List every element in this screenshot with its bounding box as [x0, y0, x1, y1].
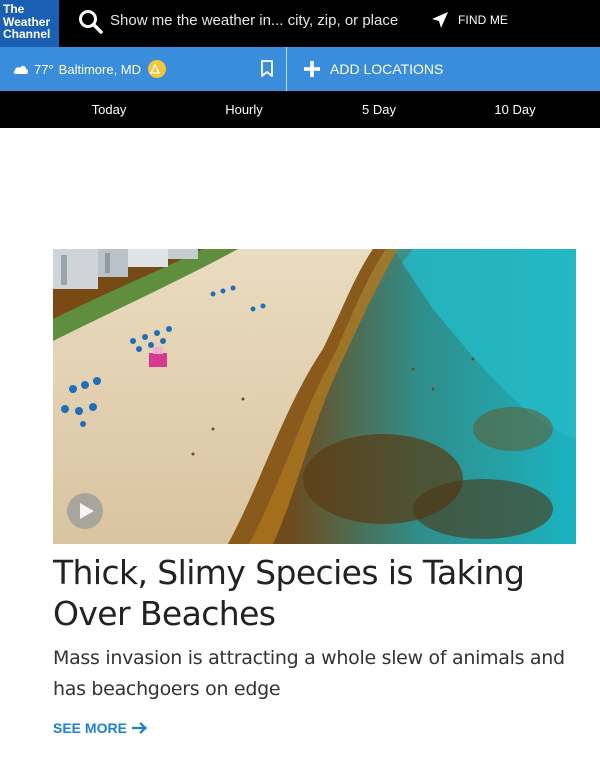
article-summary: Mass invasion is attracting a whole slew…: [53, 647, 565, 700]
tab-5-day[interactable]: 5 Day: [334, 91, 424, 128]
cloud-icon: [13, 65, 29, 74]
search-icon[interactable]: [77, 8, 105, 36]
location-divider: [286, 47, 287, 91]
add-locations-button[interactable]: ADD LOCATIONS: [304, 47, 443, 91]
play-icon[interactable]: [66, 492, 104, 530]
location-bar: 77° Baltimore, MD ADD LOCATIONS: [0, 47, 600, 91]
logo-line-1: The: [3, 2, 25, 16]
weather-channel-logo[interactable]: The Weather Channel: [0, 0, 59, 47]
alert-glyph-icon: [150, 64, 161, 74]
beach-aerial-image: [53, 249, 576, 544]
add-locations-label: ADD LOCATIONS: [330, 61, 444, 77]
see-more-label: SEE MORE: [53, 720, 127, 736]
tab-10-day[interactable]: 10 Day: [470, 91, 560, 128]
search-input[interactable]: [110, 8, 420, 32]
see-more-link[interactable]: SEE MORE: [53, 718, 148, 738]
article-video-thumbnail[interactable]: [53, 249, 576, 544]
logo-line-3: Channel: [3, 27, 51, 41]
tab-today[interactable]: Today: [64, 91, 154, 128]
navigation-arrow-icon: [432, 12, 448, 28]
tab-hourly[interactable]: Hourly: [199, 91, 289, 128]
arrow-right-icon: [131, 722, 148, 734]
plus-icon: [304, 61, 320, 77]
find-me-button[interactable]: FIND ME: [430, 8, 508, 32]
current-location-name: Baltimore, MD: [58, 61, 142, 77]
current-location-button[interactable]: 77° Baltimore, MD: [12, 47, 167, 91]
alert-icon[interactable]: [148, 60, 167, 78]
find-me-label: FIND ME: [458, 13, 509, 27]
top-header: The Weather Channel FIND ME: [0, 0, 600, 47]
current-temperature: 77°: [34, 61, 54, 77]
article-headline[interactable]: Thick, Slimy Species is Taking Over Beac…: [53, 552, 583, 634]
forecast-tabs: Today Hourly 5 Day 10 Day: [0, 91, 600, 128]
bookmark-icon[interactable]: [258, 58, 276, 80]
